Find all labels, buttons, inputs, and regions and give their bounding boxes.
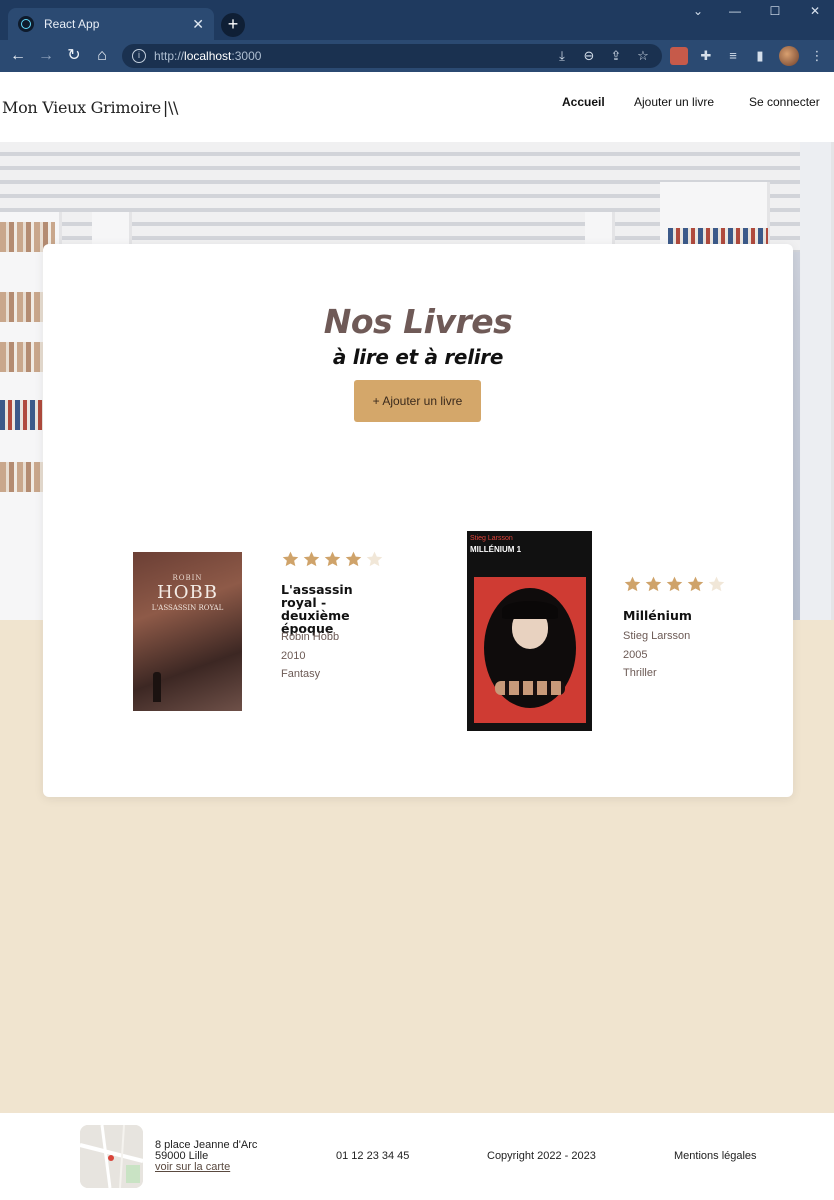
book-year: 2010 (281, 650, 306, 662)
star-filled-icon (303, 551, 320, 567)
footer-address: 8 place Jeanne d'Arc 59000 Lille voir su… (155, 1140, 257, 1173)
reload-icon[interactable]: ↻ (64, 46, 84, 66)
site-footer: 8 place Jeanne d'Arc 59000 Lille voir su… (0, 1113, 834, 1200)
rating-stars (623, 575, 726, 594)
extension-icon[interactable] (670, 47, 688, 65)
book-title[interactable]: Millénium (623, 609, 743, 622)
footer-legal-link[interactable]: Mentions légales (674, 1150, 757, 1162)
nav-ajouter-livre[interactable]: Ajouter un livre (634, 95, 714, 109)
add-book-button[interactable]: + Ajouter un livre (354, 380, 481, 422)
page-title: Nos Livres (323, 302, 513, 341)
star-empty-icon (366, 551, 383, 567)
react-favicon-icon (18, 16, 34, 32)
star-filled-icon (324, 551, 341, 567)
forward-icon[interactable]: → (36, 46, 56, 66)
cover-title: MILLÉNIUM 1 (470, 545, 522, 554)
nav-accueil[interactable]: Accueil (562, 95, 605, 109)
profile-avatar[interactable] (779, 46, 799, 66)
page-subtitle: à lire et à relire (332, 345, 504, 369)
map-link[interactable]: voir sur la carte (155, 1162, 257, 1173)
tab-search-icon[interactable]: ⌄ (688, 4, 708, 22)
book-card[interactable]: Stieg Larsson MILLÉNIUM 1 Millénium Stie… (467, 531, 747, 751)
browser-tab[interactable]: React App ✕ (8, 8, 214, 40)
new-tab-button[interactable]: + (221, 13, 245, 37)
book-author: Robin Hobb (281, 631, 340, 643)
book-genre: Fantasy (281, 668, 321, 680)
star-filled-icon (687, 576, 704, 592)
url-text: http://localhost:3000 (154, 49, 262, 63)
bookmark-star-icon[interactable]: ☆ (634, 47, 652, 65)
window-close-icon[interactable]: ✕ (805, 4, 825, 22)
star-filled-icon (282, 551, 299, 567)
footer-copyright: Copyright 2022 - 2023 (487, 1150, 596, 1162)
star-filled-icon (345, 551, 362, 567)
back-icon[interactable]: ← (8, 46, 28, 66)
media-icon[interactable]: ≡ (724, 47, 742, 65)
nav-se-connecter[interactable]: Se connecter (749, 95, 820, 109)
tab-close-icon[interactable]: ✕ (192, 16, 204, 33)
site-header: Mon Vieux Grimoire |\\ Accueil Ajouter un… (0, 72, 834, 142)
cover-author: ROBIN (172, 574, 203, 582)
star-filled-icon (666, 576, 683, 592)
star-filled-icon (645, 576, 662, 592)
map-thumbnail[interactable] (80, 1125, 143, 1188)
book-author: Stieg Larsson (623, 630, 691, 642)
book-year: 2005 (623, 649, 648, 661)
footer-phone: 01 12 23 34 45 (336, 1150, 410, 1162)
menu-icon[interactable]: ⋮ (808, 47, 826, 65)
rating-stars (281, 550, 384, 569)
download-icon[interactable]: ⤓ (553, 47, 571, 65)
book-genre: Thriller (623, 667, 657, 679)
site-logo[interactable]: Mon Vieux Grimoire |\\ (2, 98, 178, 117)
cover-author: Stieg Larsson (470, 535, 513, 542)
tab-title: React App (44, 17, 100, 31)
star-filled-icon (624, 576, 641, 592)
sidepanel-icon[interactable]: ▮ (751, 47, 769, 65)
info-icon[interactable]: i (132, 49, 146, 63)
extensions-icon[interactable]: ✚ (697, 47, 715, 65)
cover-name: HOBB (157, 582, 218, 603)
book-card[interactable]: ROBIN HOBB L'ASSASSIN ROYAL L'assassin r… (133, 531, 393, 751)
share-icon[interactable]: ⇪ (607, 47, 625, 65)
minimize-icon[interactable]: — (725, 4, 745, 22)
cover-title: L'ASSASSIN ROYAL (151, 604, 224, 612)
home-icon[interactable]: ⌂ (92, 46, 112, 66)
zoom-icon[interactable]: ⊖ (580, 47, 598, 65)
books-card: Nos Livres à lire et à relire + Ajouter … (43, 244, 793, 797)
book-title[interactable]: L'assassin royal - deuxième époque (281, 583, 391, 635)
maximize-icon[interactable]: ☐ (765, 4, 785, 22)
star-empty-icon (708, 576, 725, 592)
browser-tabbar: React App ✕ + ⌄ — ☐ ✕ (0, 0, 834, 40)
logo-books-icon: |\\ (162, 98, 179, 117)
book-cover-image[interactable]: Stieg Larsson MILLÉNIUM 1 (467, 531, 592, 731)
book-cover-image[interactable]: ROBIN HOBB L'ASSASSIN ROYAL (133, 552, 242, 711)
